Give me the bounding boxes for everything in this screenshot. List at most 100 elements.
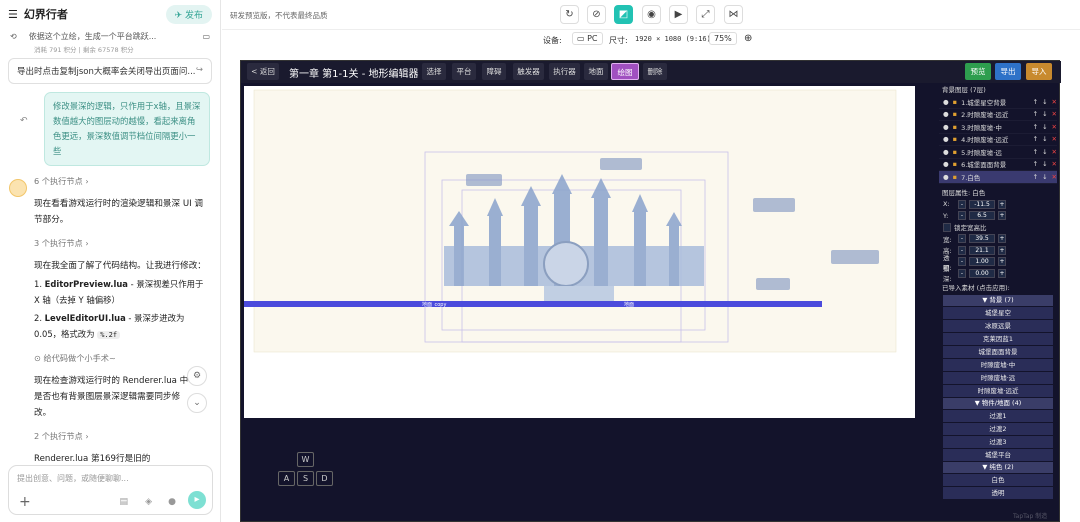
record-icon[interactable]: ▶	[669, 5, 688, 24]
settings-float-button[interactable]: ⚙	[187, 366, 207, 386]
decrement-button[interactable]: -	[958, 257, 966, 267]
move-down-icon[interactable]: ↓	[1042, 110, 1047, 118]
move-up-icon[interactable]: ↑	[1033, 160, 1038, 168]
prop-y-input[interactable]: 6.5	[969, 211, 995, 221]
prop-alpha-input[interactable]: 1.00	[969, 257, 995, 267]
lock-icon[interactable]: ▪	[953, 135, 957, 143]
tool-delete[interactable]: 删除	[643, 63, 667, 80]
decrement-button[interactable]: -	[958, 268, 966, 278]
chat-icon[interactable]: ▭	[202, 32, 210, 41]
move-down-icon[interactable]: ↓	[1042, 160, 1047, 168]
delete-icon[interactable]: ✕	[1052, 98, 1057, 106]
tool-obstacle[interactable]: 障碍	[482, 63, 506, 80]
material-item[interactable]: 时隙废墟·远	[943, 372, 1053, 384]
visibility-icon[interactable]: ●	[943, 123, 949, 131]
move-up-icon[interactable]: ↑	[1033, 98, 1038, 106]
lock-icon[interactable]: ▪	[953, 98, 957, 106]
rotate-icon[interactable]: ⊕	[744, 33, 752, 44]
step-nodes-1[interactable]: 6 个执行节点 ›	[34, 175, 220, 187]
project-row[interactable]: ⟲ 依据这个立绘，生成一个平台跳跃... ▭	[0, 28, 220, 44]
visibility-icon[interactable]: ●	[943, 173, 949, 181]
tool-actuator[interactable]: 执行器	[549, 63, 580, 80]
decrement-button[interactable]: -	[958, 234, 966, 244]
visibility-icon[interactable]: ●	[943, 160, 949, 168]
material-item[interactable]: 时隙废墟·远近	[943, 385, 1053, 397]
material-item[interactable]: 冰原远景	[943, 320, 1053, 332]
tool-select[interactable]: 选择	[422, 63, 446, 80]
delete-icon[interactable]: ✕	[1052, 135, 1057, 143]
delete-icon[interactable]: ✕	[1052, 123, 1057, 131]
layer-row[interactable]: ● ▪ 4.时隙废墟·远近 ↑ ↓ ✕	[939, 134, 1057, 146]
material-item[interactable]: 透明	[943, 487, 1053, 499]
add-icon[interactable]: +	[19, 494, 31, 510]
material-item[interactable]: 时隙废墟·中	[943, 359, 1053, 371]
undo-icon[interactable]: ↶	[20, 116, 28, 126]
material-item[interactable]: 城堡平台	[943, 449, 1053, 461]
move-down-icon[interactable]: ↓	[1042, 135, 1047, 143]
material-item[interactable]: 白色	[943, 474, 1053, 486]
increment-button[interactable]: +	[998, 257, 1006, 267]
group-solid[interactable]: ▼ 纯色 (2)	[943, 462, 1053, 473]
prop-w-input[interactable]: 39.5	[969, 234, 995, 244]
material-item[interactable]: 城堡星空	[943, 307, 1053, 319]
delete-icon[interactable]: ✕	[1052, 148, 1057, 156]
visibility-icon[interactable]: ●	[943, 110, 949, 118]
layer-row[interactable]: ● ▪ 3.时隙废墟·中 ↑ ↓ ✕	[939, 121, 1057, 134]
zoom-select[interactable]: 75%	[709, 32, 737, 45]
move-up-icon[interactable]: ↑	[1033, 148, 1038, 156]
redo-icon[interactable]: ↪	[196, 65, 203, 77]
tool-platform[interactable]: 平台	[452, 63, 476, 80]
material-item[interactable]: 过渡2	[943, 423, 1053, 435]
tool-ground[interactable]: 地面	[584, 63, 608, 80]
share-icon[interactable]: ⋈	[724, 5, 743, 24]
increment-button[interactable]: +	[998, 245, 1006, 255]
group-objects[interactable]: ▼ 物件/地面 (4)	[943, 398, 1053, 409]
lock-checkbox[interactable]	[943, 222, 951, 232]
visibility-icon[interactable]: ●	[943, 98, 949, 106]
scroll-down-button[interactable]: ⌄	[187, 393, 207, 413]
move-up-icon[interactable]: ↑	[1033, 135, 1038, 143]
preview-button[interactable]: 预览	[965, 63, 991, 80]
material-item[interactable]: 城堡面面背景	[943, 346, 1053, 358]
tool-trigger[interactable]: 触发器	[513, 63, 544, 80]
group-background[interactable]: ▼ 背景 (7)	[943, 295, 1053, 306]
chat-input[interactable]: 提出创意、问题，或随便聊聊... + ▤ ◈ ● ▸	[8, 465, 213, 515]
menu-icon[interactable]: ☰	[8, 8, 18, 21]
tool-draw[interactable]: 绘图	[611, 63, 639, 80]
history-icon[interactable]: ⟲	[10, 32, 17, 41]
ground-platform[interactable]	[244, 301, 822, 307]
increment-button[interactable]: +	[998, 199, 1006, 209]
refresh-icon[interactable]: ↻	[560, 5, 579, 24]
import-button[interactable]: 导入	[1026, 63, 1052, 80]
decrement-button[interactable]: -	[958, 245, 966, 255]
layer-row[interactable]: ● ▪ 6.城堡面面背景 ↑ ↓ ✕	[939, 159, 1057, 171]
material-item[interactable]: 克莱因蓝1	[943, 333, 1053, 345]
prop-depth-input[interactable]: 0.00	[969, 268, 995, 278]
move-down-icon[interactable]: ↓	[1042, 148, 1047, 156]
lock-icon[interactable]: ▪	[953, 148, 957, 156]
lock-icon[interactable]: ▪	[953, 173, 957, 181]
prop-h-input[interactable]: 21.1	[969, 245, 995, 255]
increment-button[interactable]: +	[998, 211, 1006, 221]
visibility-icon[interactable]: ●	[943, 148, 949, 156]
move-down-icon[interactable]: ↓	[1042, 173, 1047, 181]
decrement-button[interactable]: -	[958, 199, 966, 209]
lock-icon[interactable]: ▪	[953, 123, 957, 131]
publish-button[interactable]: ✈ 发布	[165, 4, 212, 24]
lock-ratio-row[interactable]: 锁定宽高比	[939, 222, 1057, 234]
lock-icon[interactable]: ▪	[953, 160, 957, 168]
lock-icon[interactable]: ▪	[953, 110, 957, 118]
layers-icon[interactable]: ◈	[145, 497, 152, 507]
move-up-icon[interactable]: ↑	[1033, 110, 1038, 118]
notice-banner[interactable]: 导出时点击复制json大概率会关闭导出页面问... ↪	[8, 58, 212, 84]
visibility-icon[interactable]: ●	[943, 135, 949, 143]
layer-row[interactable]: ● ▪ 1.城堡星空背景 ↑ ↓ ✕	[939, 96, 1057, 109]
material-item[interactable]: 过渡3	[943, 436, 1053, 448]
move-up-icon[interactable]: ↑	[1033, 173, 1038, 181]
hide-icon[interactable]: ⊘	[587, 5, 606, 24]
send-button[interactable]: ▸	[188, 491, 206, 509]
layer-row[interactable]: ● ▪ 7.白色 ↑ ↓ ✕	[939, 171, 1057, 184]
increment-button[interactable]: +	[998, 234, 1006, 244]
delete-icon[interactable]: ✕	[1052, 160, 1057, 168]
step-nodes-2[interactable]: 3 个执行节点 ›	[34, 237, 220, 249]
